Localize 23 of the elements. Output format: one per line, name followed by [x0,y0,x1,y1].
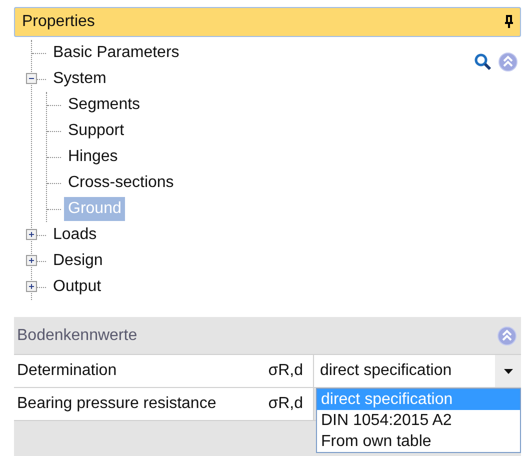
dropdown-field[interactable]: direct specification [314,355,521,387]
collapse-icon[interactable] [26,73,37,84]
tree-item[interactable]: Basic Parameters [49,41,184,65]
property-symbol: σR,d [268,362,303,380]
expand-icon[interactable] [26,281,37,292]
pin-icon[interactable] [504,15,514,29]
property-name: Determination [17,362,117,380]
tree-item[interactable]: Output [49,275,106,299]
section-title: Bodenkennwerte [17,326,138,344]
expand-icon[interactable] [26,255,37,266]
property-name: Bearing pressure resistance [17,395,216,413]
tree-item[interactable]: Cross-sections [64,171,178,195]
caret-icon [504,368,512,374]
property-symbol: σR,d [268,395,303,413]
tree-item[interactable]: Support [64,119,128,143]
tree-item[interactable]: Hinges [64,145,122,169]
tree-item[interactable]: Loads [49,223,101,247]
search-icon[interactable] [474,53,492,71]
tree-item[interactable]: Design [49,249,107,273]
tree-item[interactable]: Segments [64,93,144,117]
panel-title: Properties [22,13,95,31]
tree-item[interactable]: System [49,67,110,91]
expand-icon[interactable] [26,229,37,240]
